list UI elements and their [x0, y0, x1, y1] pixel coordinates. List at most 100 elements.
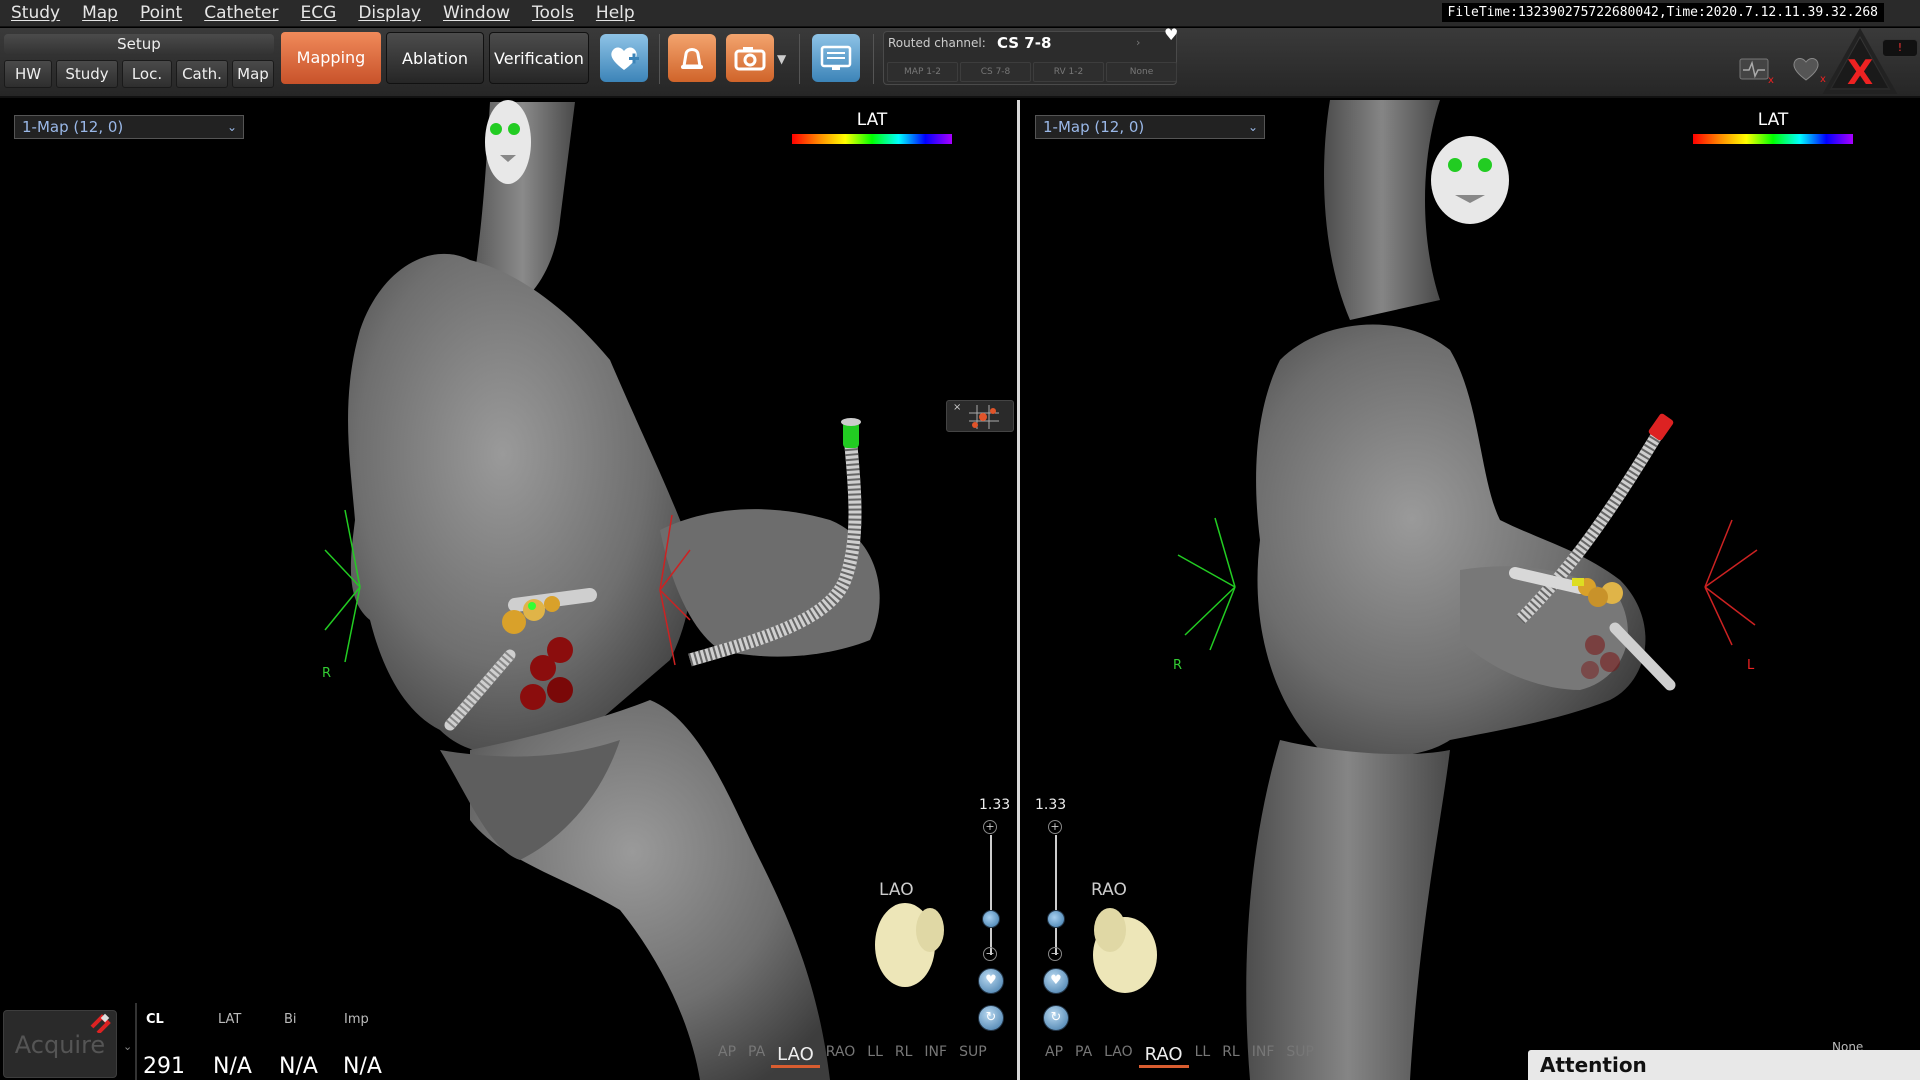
- menu-ecg[interactable]: ECG: [290, 0, 348, 27]
- toolbar-separator: [659, 34, 660, 84]
- right-view-tab-ll[interactable]: LL: [1189, 1044, 1217, 1068]
- setup-study-button[interactable]: Study: [56, 60, 118, 88]
- right-view-tab-lao[interactable]: LAO: [1098, 1044, 1138, 1068]
- channel-rv-1-2-button[interactable]: RV 1-2: [1033, 62, 1104, 82]
- mapping-mode-button[interactable]: Mapping: [281, 32, 381, 84]
- imp-header: Imp: [344, 1012, 369, 1027]
- ablation-mode-button[interactable]: Ablation: [386, 32, 484, 84]
- setup-label[interactable]: Setup: [4, 34, 274, 54]
- toolbar-separator: [799, 34, 800, 84]
- left-zoom-track[interactable]: [990, 835, 992, 955]
- menu-map[interactable]: Map: [71, 0, 129, 27]
- left-map-select[interactable]: 1-Map (12, 0) ⌄: [14, 115, 244, 139]
- verification-mode-button[interactable]: Verification: [489, 32, 589, 84]
- heart-plus-icon: [611, 47, 639, 70]
- chevron-down-icon[interactable]: ⌄: [123, 1040, 132, 1053]
- left-view-tab-ap[interactable]: AP: [712, 1044, 742, 1068]
- menu-help[interactable]: Help: [585, 0, 646, 27]
- left-map-select-value: 1-Map (12, 0): [22, 118, 124, 136]
- left-zoom-slider-knob[interactable]: [982, 910, 1000, 928]
- toolbar-separator: [873, 34, 874, 84]
- menu-study[interactable]: Study: [0, 0, 71, 27]
- menu-window[interactable]: Window: [432, 0, 521, 27]
- left-view-tab-rl[interactable]: RL: [889, 1044, 919, 1068]
- camera-button[interactable]: [726, 34, 774, 82]
- left-view-tab-sup[interactable]: SUP: [953, 1044, 993, 1068]
- chevron-down-icon[interactable]: ▼: [777, 52, 786, 66]
- imp-value: N/A: [343, 1054, 382, 1079]
- screens-button[interactable]: [812, 34, 860, 82]
- routed-channel-value[interactable]: CS 7-8: [997, 34, 1051, 52]
- left-heart-view-button[interactable]: ♥: [978, 968, 1004, 994]
- right-view-tab-rl[interactable]: RL: [1216, 1044, 1246, 1068]
- right-view-tab-pa[interactable]: PA: [1069, 1044, 1098, 1068]
- left-view-tab-inf[interactable]: INF: [918, 1044, 953, 1068]
- right-zoom-slider-knob[interactable]: [1047, 910, 1065, 928]
- right-heart-view-button[interactable]: ♥: [1043, 968, 1069, 994]
- lat-header: LAT: [218, 1012, 242, 1027]
- setup-hw-button[interactable]: HW: [4, 60, 52, 88]
- right-lat-colorbar: [1693, 134, 1853, 144]
- right-zoom-value: 1.33: [1035, 797, 1067, 813]
- right-orientation-label: RAO: [1091, 880, 1127, 900]
- right-view-tab-inf[interactable]: INF: [1246, 1044, 1281, 1068]
- routed-channel-panel: Routed channel: CS 7-8 › MAP 1-2 CS 7-8 …: [883, 31, 1177, 85]
- left-view-tab-rao[interactable]: RAO: [820, 1044, 862, 1068]
- right-axis-r-label: R: [1173, 658, 1183, 673]
- left-zoom-in-button[interactable]: +: [983, 820, 997, 834]
- menu-catheter[interactable]: Catheter: [193, 0, 289, 27]
- channel-none-button[interactable]: None: [1106, 62, 1177, 82]
- heart-indicator-icon: ♥: [1164, 25, 1179, 44]
- bell-button[interactable]: [668, 34, 716, 82]
- menu-tools[interactable]: Tools: [521, 0, 585, 27]
- svg-text:X: X: [1847, 53, 1873, 93]
- left-view-tabs: AP PA LAO RAO LL RL INF SUP: [712, 1044, 993, 1068]
- right-axis-l-label: L: [1747, 658, 1755, 673]
- menu-display[interactable]: Display: [347, 0, 432, 27]
- menu-point[interactable]: Point: [129, 0, 193, 27]
- chevron-down-icon: ⌄: [226, 120, 237, 134]
- none-select[interactable]: None: [1832, 1040, 1906, 1050]
- svg-text:x: x: [1768, 75, 1774, 84]
- right-zoom-in-button[interactable]: +: [1048, 820, 1062, 834]
- measurement-separator: [135, 1003, 137, 1080]
- close-icon[interactable]: ×: [953, 402, 961, 413]
- right-lat-title: LAT: [1757, 110, 1789, 130]
- right-zoom-out-button[interactable]: −: [1048, 947, 1062, 961]
- heart-plus-button[interactable]: [600, 34, 648, 82]
- right-zoom-track[interactable]: [1055, 835, 1057, 955]
- filetime-readout: FileTime:132390275722680042,Time:2020.7.…: [1441, 3, 1884, 22]
- ecg-monitor-icon[interactable]: x: [1738, 56, 1778, 84]
- left-view-tab-ll[interactable]: LL: [861, 1044, 889, 1068]
- left-view-tab-lao[interactable]: LAO: [771, 1044, 820, 1068]
- right-3d-viewport[interactable]: 1-Map (12, 0) ⌄ LAT R L RAO 1.33 + − ♥ ↻…: [1020, 100, 1920, 1080]
- channel-cs-7-8-button[interactable]: CS 7-8: [960, 62, 1031, 82]
- magnet-icon: [90, 1013, 111, 1033]
- left-lat-colorbar: [792, 134, 952, 144]
- point-cloud-widget[interactable]: ×: [946, 400, 1014, 432]
- right-map-select-value: 1-Map (12, 0): [1043, 118, 1145, 136]
- left-view-tab-pa[interactable]: PA: [742, 1044, 771, 1068]
- channel-map-1-2-button[interactable]: MAP 1-2: [887, 62, 958, 82]
- chevron-right-icon: ›: [1136, 36, 1141, 49]
- right-rotate-view-button[interactable]: ↻: [1043, 1005, 1069, 1031]
- setup-cath-button[interactable]: Cath.: [176, 60, 228, 88]
- right-map-select[interactable]: 1-Map (12, 0) ⌄: [1035, 115, 1265, 139]
- monitor-icon: [820, 45, 852, 70]
- alert-count-badge: !: [1882, 39, 1918, 57]
- left-rotate-view-button[interactable]: ↻: [978, 1005, 1004, 1031]
- right-view-tab-sup[interactable]: SUP: [1280, 1044, 1320, 1068]
- left-orientation-label: LAO: [879, 880, 914, 900]
- left-axis-r-label: R: [322, 666, 332, 681]
- routed-channel-label: Routed channel:: [888, 36, 986, 50]
- menu-bar: Study Map Point Catheter ECG Display Win…: [0, 0, 1920, 27]
- left-anatomy-render: [324, 100, 944, 1080]
- left-3d-viewport[interactable]: 1-Map (12, 0) ⌄ LAT × R LAO 1.33 + − ♥ ↻…: [0, 100, 1017, 1080]
- setup-map-button[interactable]: Map: [232, 60, 274, 88]
- attention-panel[interactable]: Attention: [1528, 1050, 1920, 1080]
- setup-loc-button[interactable]: Loc.: [122, 60, 172, 88]
- left-zoom-out-button[interactable]: −: [983, 947, 997, 961]
- camera-icon: [734, 47, 766, 71]
- right-view-tab-ap[interactable]: AP: [1039, 1044, 1069, 1068]
- right-view-tab-rao[interactable]: RAO: [1138, 1044, 1189, 1068]
